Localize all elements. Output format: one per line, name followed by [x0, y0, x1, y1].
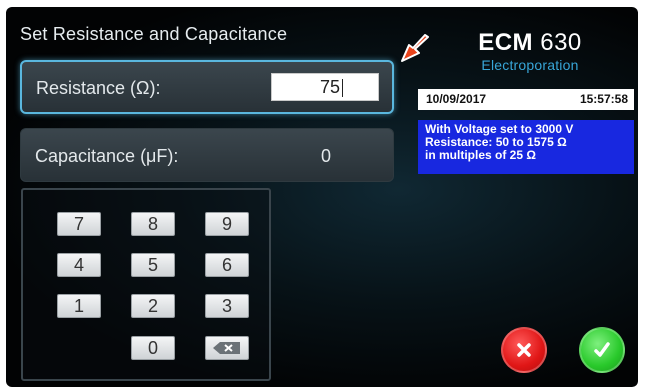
- key-7[interactable]: 7: [57, 212, 101, 236]
- status-time: 15:57:58: [579, 92, 628, 106]
- device-screen: Set Resistance and Capacitance Resistanc…: [6, 7, 638, 387]
- capacitance-field[interactable]: Capacitance (μF): 0: [20, 128, 394, 182]
- key-1[interactable]: 1: [57, 294, 101, 318]
- model-number: 630: [540, 29, 582, 56]
- status-date: 10/09/2017: [426, 92, 487, 106]
- numeric-keypad: 7 8 9 4 5 6 1 2 3 0: [21, 188, 271, 381]
- backspace-key[interactable]: [205, 336, 249, 360]
- brand-subtitle: Electroporation: [481, 57, 579, 73]
- status-bar: 10/09/2017 15:57:58: [418, 89, 634, 110]
- resistance-input[interactable]: 75: [271, 73, 379, 101]
- key-4[interactable]: 4: [57, 253, 101, 277]
- text-caret: [342, 79, 343, 97]
- brand-name: ECM: [478, 29, 534, 56]
- backspace-icon: [213, 342, 240, 354]
- confirm-button[interactable]: [579, 327, 625, 373]
- key-2[interactable]: 2: [131, 294, 175, 318]
- resistance-label: Resistance (Ω):: [36, 78, 161, 98]
- resistance-field[interactable]: Resistance (Ω): 75: [20, 60, 394, 114]
- capacitance-value: 0: [320, 146, 331, 166]
- brand-logo: ECM 630 Electroporation: [464, 29, 596, 73]
- key-8[interactable]: 8: [131, 212, 175, 236]
- key-5[interactable]: 5: [131, 253, 175, 277]
- resistance-value: 75: [319, 77, 340, 97]
- page-title: Set Resistance and Capacitance: [20, 24, 288, 44]
- info-panel: With Voltage set to 3000 V Resistance: 5…: [418, 120, 634, 174]
- close-icon: [517, 343, 531, 357]
- key-0[interactable]: 0: [131, 336, 175, 360]
- pointer-arrow-icon: [401, 34, 429, 62]
- key-6[interactable]: 6: [205, 253, 249, 277]
- cancel-button[interactable]: [501, 327, 547, 373]
- info-line-multiples: in multiples of 25 Ω: [425, 148, 536, 162]
- capacitance-label: Capacitance (μF):: [35, 146, 179, 166]
- key-3[interactable]: 3: [205, 294, 249, 318]
- key-9[interactable]: 9: [205, 212, 249, 236]
- check-icon: [594, 342, 610, 357]
